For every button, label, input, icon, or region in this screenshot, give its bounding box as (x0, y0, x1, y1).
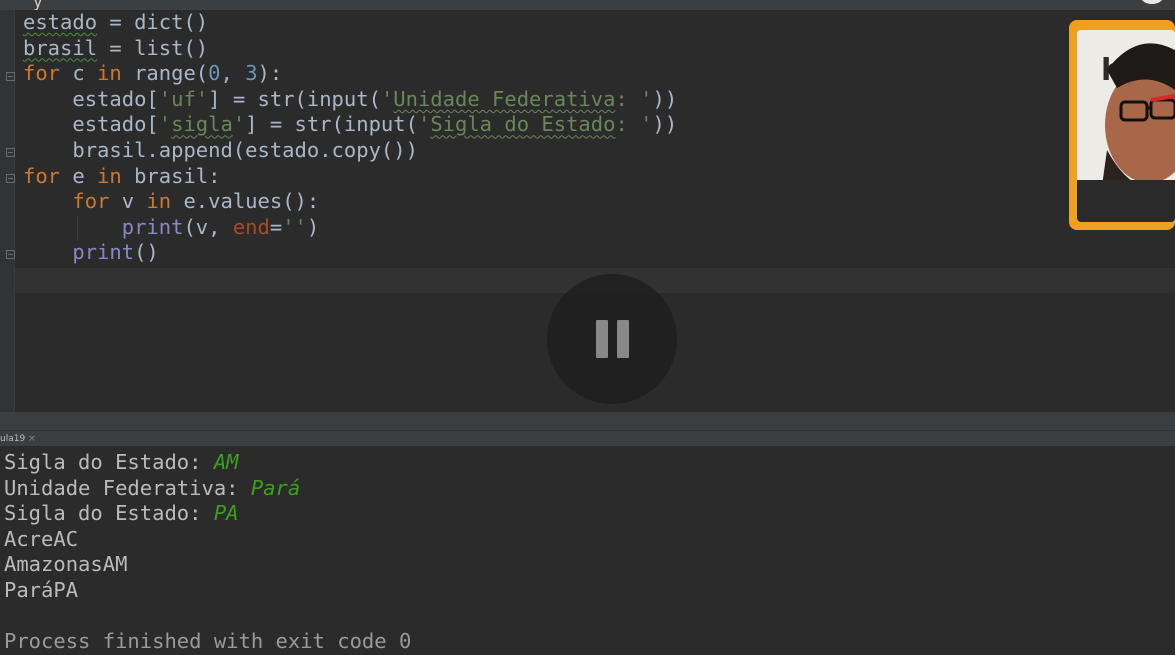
code-number: 0 (208, 61, 221, 86)
code-keyword: in (97, 61, 122, 86)
code-keyword: for (23, 163, 61, 188)
code-token: e (60, 163, 98, 188)
code-keyword: in (146, 189, 172, 214)
console-line: Unidade Federativa: Pará (4, 476, 411, 502)
code-token: ] = str(input( (208, 86, 381, 111)
code-string: sigla (171, 112, 233, 137)
console-text: AmazonasAM (4, 552, 128, 577)
fold-marker-icon[interactable] (6, 250, 15, 259)
code-string: : ' (615, 86, 653, 111)
code-string: ' (158, 112, 172, 137)
code-token: estado (23, 10, 98, 34)
console-line: Sigla do Estado: PA (4, 501, 411, 527)
code-string: Sigla do Estado (430, 112, 616, 137)
console-prompt: Unidade Federativa: (4, 475, 251, 500)
console-text: ParáPA (4, 577, 79, 602)
code-token: estado[ (23, 86, 159, 111)
code-line-3: for c in range(0, 3): (23, 61, 677, 87)
code-line-1: estado = dict() (23, 10, 677, 36)
code-token: v (109, 189, 147, 214)
console-line: Sigla do Estado: AM (4, 450, 411, 476)
code-token: brasil: (121, 163, 221, 188)
code-token: () (134, 240, 159, 265)
console-text: AcreAC (4, 526, 79, 551)
pause-icon (617, 320, 629, 358)
console-line: AcreAC (4, 527, 411, 553)
code-token: estado[ (23, 112, 159, 137)
code-param: end (232, 214, 270, 239)
run-tool-window-header: ula19 × (0, 430, 1175, 447)
console-exit-message: Process finished with exit code 0 (4, 629, 412, 654)
console-line: AmazonasAM (4, 552, 411, 578)
code-area[interactable]: estado = dict() brasil = list() for c in… (23, 10, 677, 266)
code-token: , (220, 61, 246, 86)
code-string: ' (417, 112, 431, 137)
code-builtin: print (121, 214, 184, 239)
code-line-2: brasil = list() (23, 36, 677, 62)
code-keyword: for (23, 61, 61, 86)
code-token: brasil.append(estado.copy()) (23, 137, 418, 162)
webcam-overlay: h (1069, 20, 1175, 230)
run-tab-label: ula19 (0, 434, 26, 444)
code-token: )) (652, 86, 678, 111)
code-token: ) (306, 214, 320, 239)
code-token: ): (257, 61, 283, 86)
code-keyword: for (72, 189, 110, 214)
editor-gutter (0, 10, 15, 412)
code-token: )) (652, 112, 678, 137)
code-token: c (60, 61, 98, 86)
code-number: 3 (245, 61, 258, 86)
code-string: ' (380, 86, 394, 111)
pause-button[interactable] (547, 274, 677, 404)
code-line-10: print() (23, 240, 677, 266)
console-prompt: Sigla do Estado: (4, 450, 214, 474)
fold-marker-icon[interactable] (6, 148, 15, 157)
console-user-input: AM (213, 450, 239, 474)
code-token: ] = str(input( (245, 112, 418, 137)
code-token: brasil (23, 35, 98, 60)
presenter-image: h (1077, 30, 1175, 222)
code-token: = (269, 214, 283, 239)
panel-separator (0, 412, 1175, 430)
fold-marker-icon[interactable] (6, 174, 15, 183)
code-line-4: estado['uf'] = str(input('Unidade Federa… (23, 87, 677, 113)
overlay-indicator (1141, 0, 1163, 4)
code-line-5: estado['sigla'] = str(input('Sigla do Es… (23, 112, 677, 138)
close-icon[interactable]: × (28, 434, 36, 444)
code-keyword: in (97, 163, 122, 188)
console-user-input: PA (213, 501, 239, 526)
console-output: Sigla do Estado: AM Unidade Federativa: … (4, 450, 411, 655)
code-string: '' (282, 214, 307, 239)
console-line: ParáPA (4, 578, 411, 604)
code-token: e.values(): (171, 189, 320, 214)
code-token: = list() (97, 35, 209, 60)
pause-icon (596, 320, 608, 358)
code-line-7: for e in brasil: (23, 164, 677, 190)
code-line-8: for v in e.values(): (23, 189, 677, 215)
code-string: 'uf' (158, 86, 209, 111)
code-string: ' (232, 112, 246, 137)
console-prompt: Sigla do Estado: (4, 501, 214, 526)
window-top-strip: y (0, 0, 1175, 11)
code-token: (v, (183, 214, 233, 239)
code-string: Unidade Federativa (393, 86, 616, 111)
presenter-video: h (1077, 30, 1175, 222)
fold-marker-icon[interactable] (6, 72, 15, 81)
code-token: = dict() (97, 10, 209, 34)
run-console[interactable]: Sigla do Estado: AM Unidade Federativa: … (0, 446, 1175, 653)
code-builtin: print (72, 240, 135, 265)
run-tab[interactable]: ula19 × (0, 431, 36, 447)
code-string: : ' (615, 112, 653, 137)
code-line-6: brasil.append(estado.copy()) (23, 138, 677, 164)
code-line-9: print(v, end='') (23, 215, 677, 241)
code-token: range( (121, 61, 209, 86)
console-user-input: Pará (250, 475, 301, 500)
